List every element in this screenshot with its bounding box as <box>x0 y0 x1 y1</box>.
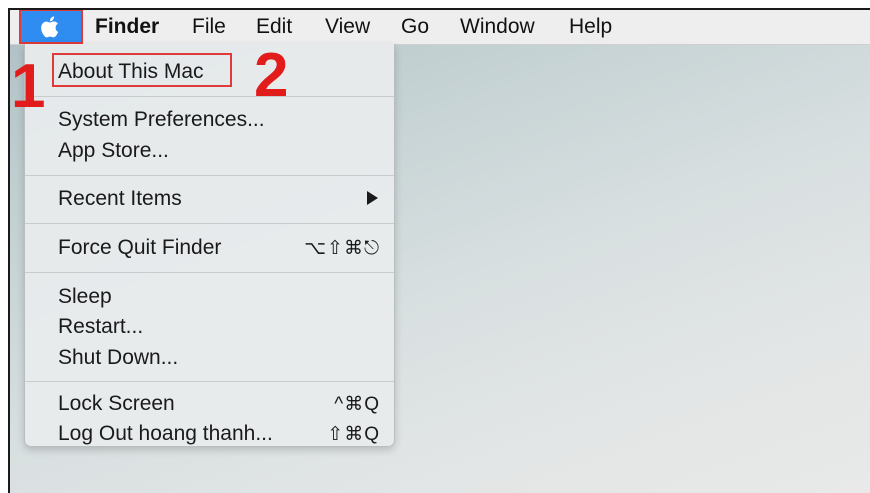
menu-separator <box>25 96 394 97</box>
menu-item-label: Sleep <box>58 285 112 308</box>
menubar-view[interactable]: View <box>325 15 370 39</box>
menu-item-shortcut: ⇧⌘Q <box>327 424 380 445</box>
menu-separator <box>25 175 394 176</box>
menu-item-lock-screen[interactable]: Lock Screen ^⌘Q <box>25 388 394 418</box>
menubar-go[interactable]: Go <box>401 15 429 39</box>
menu-item-restart[interactable]: Restart... <box>25 311 394 341</box>
menu-bar: Finder File Edit View Go Window Help <box>9 8 870 45</box>
menu-separator <box>25 381 394 382</box>
menubar-finder[interactable]: Finder <box>95 15 159 39</box>
menu-item-shut-down[interactable]: Shut Down... <box>25 342 394 372</box>
menu-item-label: Restart... <box>58 315 144 338</box>
menu-item-label: Log Out hoang thanh... <box>58 422 273 445</box>
menu-item-label: Lock Screen <box>58 392 175 415</box>
apple-menu-dropdown: About This Mac System Preferences... App… <box>24 44 395 447</box>
menu-item-force-quit[interactable]: Force Quit Finder ⌥⇧⌘⎋ <box>25 232 394 262</box>
desktop: Finder File Edit View Go Window Help Abo… <box>9 8 870 493</box>
menu-item-label: App Store... <box>58 139 169 162</box>
menu-item-sleep[interactable]: Sleep <box>25 281 394 311</box>
menubar-help[interactable]: Help <box>569 15 612 39</box>
apple-icon <box>41 16 59 38</box>
menubar-file[interactable]: File <box>192 15 226 39</box>
menu-item-shortcut: ^⌘Q <box>334 394 380 415</box>
menu-separator <box>25 223 394 224</box>
menu-item-system-preferences[interactable]: System Preferences... <box>25 104 394 134</box>
step-number-2: 2 <box>254 41 289 110</box>
menu-item-app-store[interactable]: App Store... <box>25 135 394 165</box>
menu-item-recent-items[interactable]: Recent Items <box>25 183 394 213</box>
menu-item-label: Force Quit Finder <box>58 236 222 259</box>
menu-item-label: Recent Items <box>58 187 182 210</box>
menu-item-shortcut: ⌥⇧⌘⎋ <box>304 238 380 259</box>
menu-separator <box>25 272 394 273</box>
frame-border-left <box>8 8 10 493</box>
frame-border-top <box>8 8 870 10</box>
menu-item-label: System Preferences... <box>58 108 265 131</box>
apple-menu-button[interactable] <box>21 11 81 42</box>
menubar-window[interactable]: Window <box>460 15 535 39</box>
highlight-box-about <box>52 53 232 87</box>
menubar-edit[interactable]: Edit <box>256 15 292 39</box>
triangle-right-icon <box>367 191 378 205</box>
menu-item-label: Shut Down... <box>58 346 179 369</box>
step-number-1: 1 <box>11 52 46 121</box>
menu-item-log-out[interactable]: Log Out hoang thanh... ⇧⌘Q <box>25 418 394 448</box>
